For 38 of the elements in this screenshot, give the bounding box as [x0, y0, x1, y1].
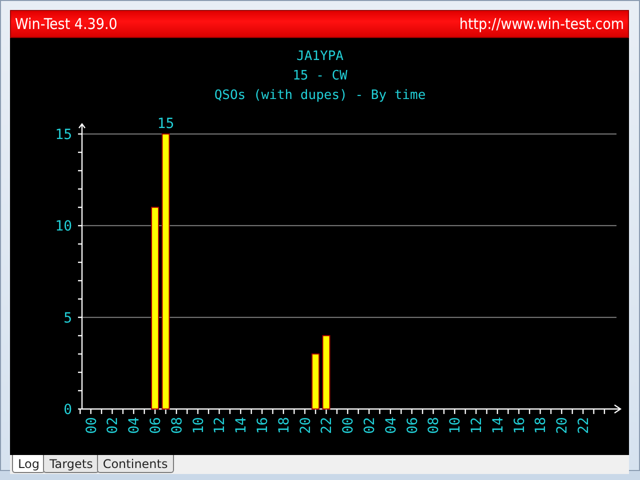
website-url: http://www.win-test.com	[459, 15, 624, 33]
x-axis-label: 04	[383, 417, 400, 434]
x-axis-label: 22	[319, 417, 336, 434]
x-axis-label: 08	[169, 417, 186, 434]
x-axis-label: 06	[148, 417, 164, 434]
y-axis-label: 10	[55, 218, 72, 235]
value-label: 15	[157, 116, 174, 132]
y-axis-label: 5	[64, 310, 72, 326]
x-axis-label: 12	[469, 417, 486, 434]
x-axis-label: 06	[404, 417, 421, 434]
chart-title: QSOs (with dupes) - By time	[214, 88, 426, 103]
x-axis-label: 08	[426, 417, 442, 434]
x-axis-label: 02	[362, 417, 378, 434]
tab[interactable]: Targets	[43, 455, 99, 473]
bar	[312, 354, 320, 410]
window-title: Win-Test 4.39.0	[15, 15, 118, 33]
x-axis-label: 04	[126, 417, 143, 434]
x-axis-label: 14	[490, 417, 506, 434]
x-axis-label: 16	[255, 417, 272, 434]
x-axis-label: 22	[576, 417, 592, 434]
tab[interactable]: Log	[12, 455, 46, 473]
tab[interactable]: Continents	[96, 455, 174, 473]
chart-heading: JA1YPA	[296, 49, 344, 64]
chart-heading: 15 - CW	[292, 68, 348, 84]
x-axis-label: 18	[533, 417, 550, 434]
x-axis-label: 00	[340, 417, 357, 434]
x-axis-label: 10	[190, 417, 207, 434]
x-axis-label: 14	[234, 417, 250, 434]
x-axis-label: 12	[212, 417, 228, 434]
x-axis-label: 02	[105, 417, 122, 434]
x-axis-label: 20	[298, 417, 314, 434]
x-axis-label: 00	[84, 417, 100, 434]
y-axis-label: 0	[64, 402, 72, 418]
x-axis-label: 20	[554, 417, 571, 434]
x-axis-label: 16	[512, 417, 528, 434]
x-axis-label: 10	[448, 417, 464, 434]
y-axis-label: 15	[55, 127, 72, 143]
x-axis-label: 18	[276, 417, 292, 434]
